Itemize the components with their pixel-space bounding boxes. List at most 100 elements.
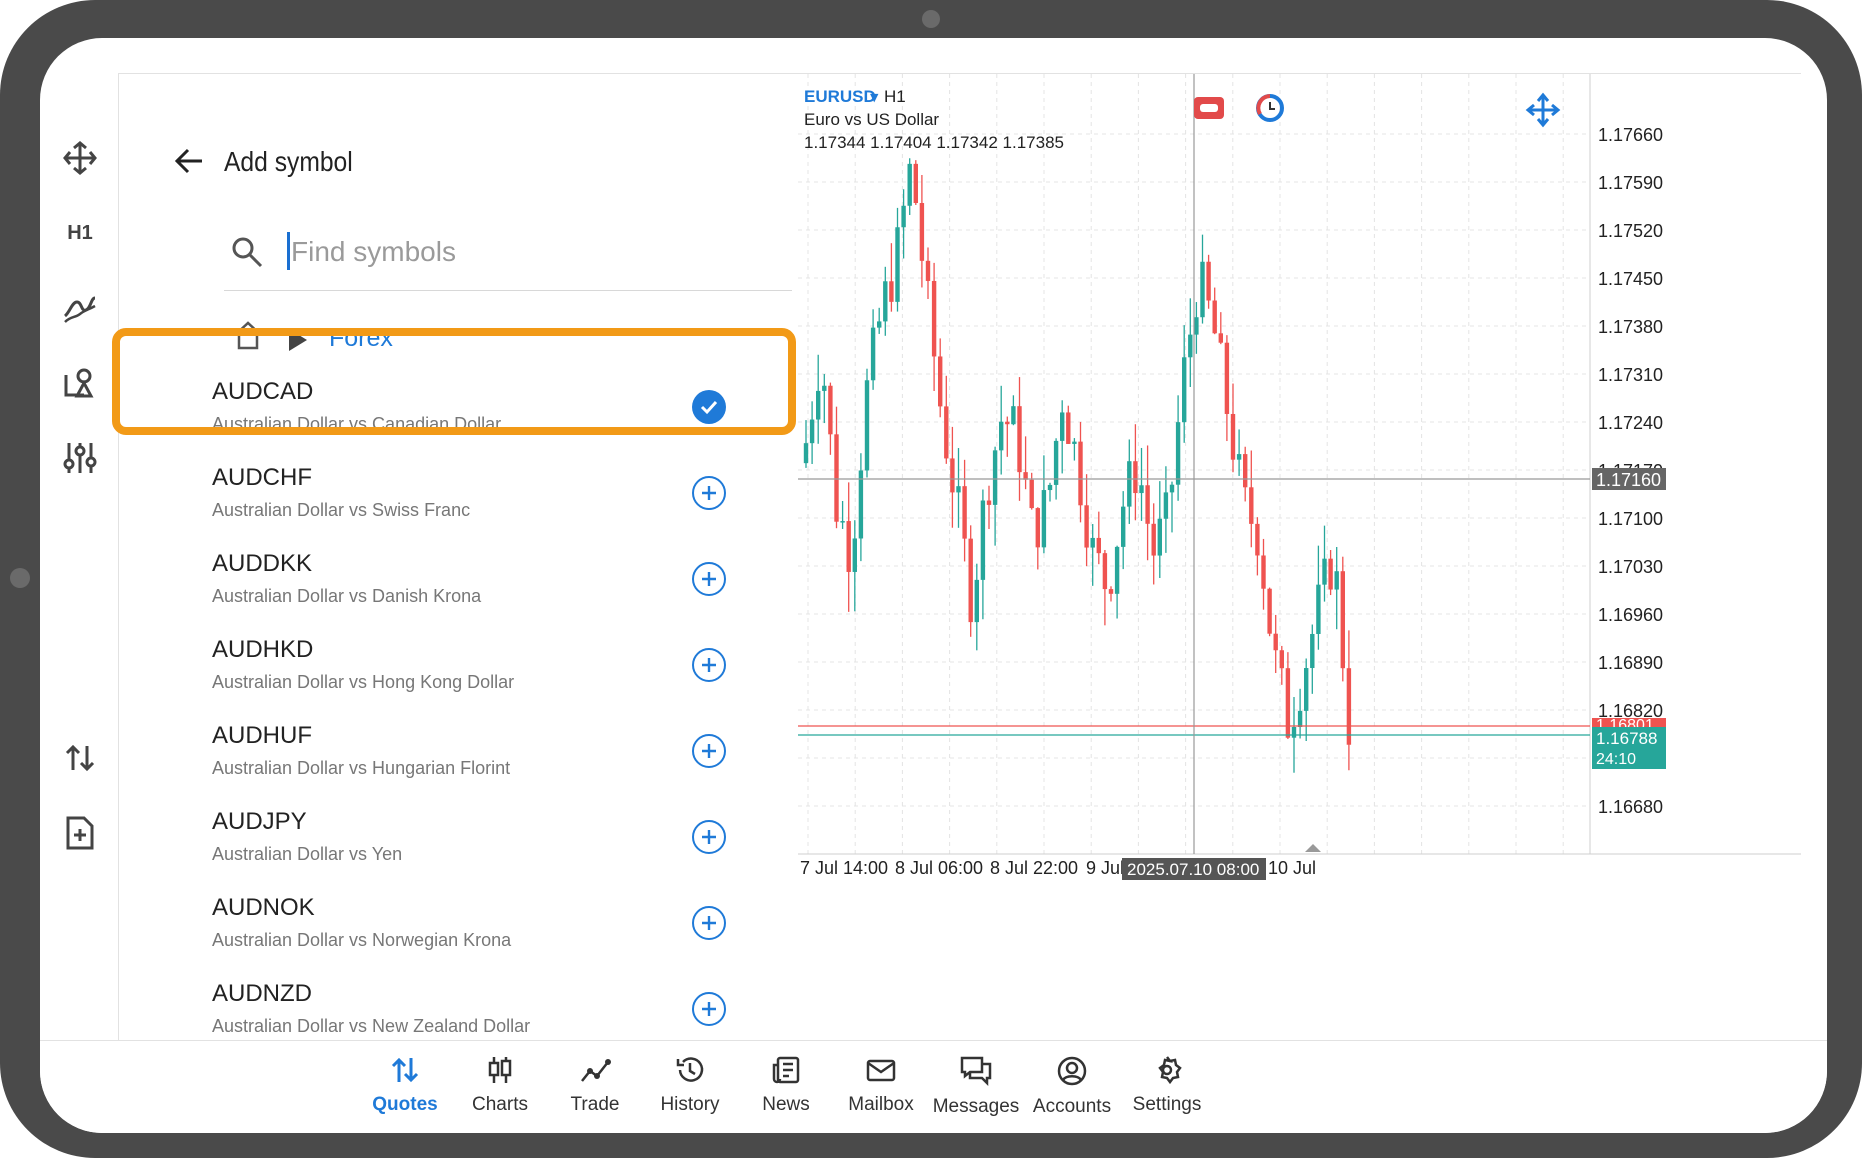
nav-news[interactable]: News bbox=[731, 1055, 841, 1116]
indicators-icon[interactable] bbox=[40, 278, 120, 338]
time-label: 10 Jul bbox=[1268, 858, 1316, 878]
add-plus-icon[interactable] bbox=[692, 648, 726, 682]
symbol-code: AUDNZD bbox=[212, 980, 312, 1007]
symbol-code: AUDJPY bbox=[212, 808, 307, 835]
candle-body bbox=[956, 486, 961, 493]
nav-label: Settings bbox=[1132, 1094, 1202, 1115]
candle-body bbox=[1328, 558, 1333, 590]
accounts-icon bbox=[1017, 1055, 1127, 1092]
timeframe-button[interactable]: H1 bbox=[40, 203, 120, 263]
symbol-description: Australian Dollar vs Hungarian Florint bbox=[212, 758, 511, 778]
panel-title: Add symbol bbox=[224, 146, 353, 177]
symbol-row-auddkk[interactable]: AUDDKK Australian Dollar vs Danish Krona bbox=[119, 546, 799, 632]
symbol-row-audjpy[interactable]: AUDJPY Australian Dollar vs Yen bbox=[119, 804, 799, 890]
candle-body bbox=[1291, 726, 1297, 738]
price-label: 1.16960 bbox=[1598, 605, 1663, 625]
add-plus-icon[interactable] bbox=[692, 562, 726, 596]
candle-body bbox=[846, 521, 851, 572]
time-label: 8 Jul 06:00 bbox=[895, 858, 983, 878]
candle-body bbox=[895, 227, 900, 302]
candle-body bbox=[1047, 484, 1053, 491]
symbol-description: Australian Dollar vs Norwegian Krona bbox=[212, 930, 512, 950]
candle-body bbox=[901, 205, 906, 228]
price-chart[interactable]: 1.17660 1.17590 1.17520 1.17450 1.17380 1.173… bbox=[788, 73, 1801, 1011]
nav-trade[interactable]: Trade bbox=[540, 1055, 650, 1116]
candle-body bbox=[1249, 487, 1254, 524]
symbol-row-audhkd[interactable]: AUDHKD Australian Dollar vs Hong Kong Dol… bbox=[119, 632, 799, 718]
move-chart-icon[interactable] bbox=[1525, 92, 1561, 128]
nav-messages[interactable]: Messages bbox=[921, 1055, 1031, 1118]
symbol-row-audhuf[interactable]: AUDHUF Australian Dollar vs Hungarian Flo… bbox=[119, 718, 799, 804]
candle-body bbox=[1096, 537, 1101, 554]
candle-body bbox=[1273, 633, 1278, 651]
symbol-description: Australian Dollar vs Swiss Franc bbox=[212, 500, 471, 520]
candle-body bbox=[840, 521, 845, 523]
crosshair-price-label: 1.17160 bbox=[1596, 470, 1661, 490]
add-plus-icon[interactable] bbox=[692, 476, 726, 510]
chart-canvas[interactable]: 1.17660 1.17590 1.17520 1.17450 1.17380 1.173… bbox=[788, 74, 1801, 1011]
new-order-icon[interactable] bbox=[40, 803, 120, 863]
candle-body bbox=[822, 385, 827, 391]
candle-body bbox=[1304, 668, 1309, 711]
symbol-dropdown-icon[interactable]: ▼ bbox=[870, 91, 879, 104]
settings-sliders-icon[interactable] bbox=[40, 428, 120, 488]
candle-body bbox=[1230, 413, 1236, 460]
symbol-row-audnok[interactable]: AUDNOK Australian Dollar vs Norwegian Kro… bbox=[119, 890, 799, 976]
add-plus-icon[interactable] bbox=[692, 992, 726, 1026]
chart-symbol[interactable]: EURUSD bbox=[804, 87, 876, 106]
price-label: 1.17100 bbox=[1598, 509, 1663, 529]
candle-body bbox=[1261, 555, 1266, 589]
add-plus-icon[interactable] bbox=[692, 906, 726, 940]
nav-accounts[interactable]: Accounts bbox=[1017, 1055, 1127, 1118]
candle-body bbox=[1090, 537, 1095, 548]
candle-body bbox=[1285, 668, 1291, 738]
quotes-icon bbox=[350, 1055, 460, 1090]
candle-body bbox=[1151, 523, 1156, 556]
symbol-description: Australian Dollar vs Danish Krona bbox=[212, 586, 482, 606]
symbol-code: AUDDKK bbox=[212, 550, 313, 577]
candle-body bbox=[931, 280, 937, 357]
price-label: 1.16680 bbox=[1598, 797, 1663, 817]
one-click-trading-icon-inner bbox=[1200, 104, 1218, 112]
time-label: 8 Jul 22:00 bbox=[990, 858, 1078, 878]
candle-body bbox=[1169, 484, 1175, 493]
back-arrow-icon[interactable] bbox=[174, 146, 204, 181]
search-icon bbox=[231, 236, 263, 273]
objects-icon[interactable] bbox=[40, 353, 120, 413]
add-plus-icon[interactable] bbox=[692, 820, 726, 854]
candle-body bbox=[1279, 650, 1284, 669]
candle-body bbox=[1316, 584, 1321, 634]
symbol-row-audnzd[interactable]: AUDNZD Australian Dollar vs New Zealand D… bbox=[119, 976, 799, 1041]
price-label: 1.16890 bbox=[1598, 653, 1663, 673]
candle-body bbox=[828, 385, 833, 435]
symbol-row-audchf[interactable]: AUDCHF Australian Dollar vs Swiss Franc bbox=[119, 460, 799, 546]
add-plus-icon[interactable] bbox=[692, 734, 726, 768]
timeframe-label: H1 bbox=[67, 221, 93, 244]
nav-label: Trade bbox=[570, 1094, 620, 1115]
candle-body bbox=[1078, 441, 1083, 506]
tablet-frame: H1 Add symbol Find symbols Forex AUDCAD … bbox=[0, 0, 1862, 1158]
symbol-code: AUDCHF bbox=[212, 464, 312, 491]
candle-body bbox=[852, 538, 857, 572]
nav-mailbox[interactable]: Mailbox bbox=[826, 1055, 936, 1116]
candle-body bbox=[877, 321, 882, 328]
chart-ohlc: 1.17344 1.17404 1.17342 1.17385 bbox=[804, 133, 1064, 152]
nav-history[interactable]: History bbox=[635, 1055, 745, 1116]
price-label: 1.17310 bbox=[1598, 365, 1663, 385]
candle-body bbox=[1041, 490, 1047, 548]
search-input[interactable] bbox=[289, 231, 673, 273]
candle-body bbox=[980, 500, 986, 580]
camera-dot bbox=[922, 10, 940, 28]
time-label: 9 Jul bbox=[1086, 858, 1124, 878]
candle-body bbox=[944, 406, 949, 459]
trade-arrows-icon[interactable] bbox=[40, 728, 120, 788]
crosshair-move-icon[interactable] bbox=[40, 128, 120, 188]
nav-quotes[interactable]: Quotes bbox=[350, 1055, 460, 1116]
nav-charts[interactable]: Charts bbox=[445, 1055, 555, 1116]
nav-settings[interactable]: Settings bbox=[1112, 1055, 1222, 1116]
price-label: 1.17380 bbox=[1598, 317, 1663, 337]
price-label: 1.17660 bbox=[1598, 125, 1663, 145]
candle-body bbox=[1322, 558, 1327, 585]
period-marker-icon bbox=[1305, 844, 1321, 852]
candle-body bbox=[974, 579, 979, 623]
